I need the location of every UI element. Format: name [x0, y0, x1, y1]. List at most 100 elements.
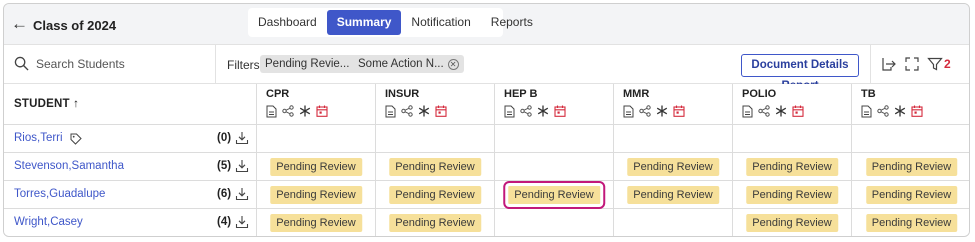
- status-badge[interactable]: Pending Review: [746, 214, 838, 232]
- tab-notification[interactable]: Notification: [401, 10, 480, 35]
- document-icon[interactable]: [385, 105, 396, 118]
- column-header-label: CPR: [266, 88, 290, 100]
- status-cell: Pending Review: [732, 209, 851, 236]
- share-icon[interactable]: [520, 105, 532, 117]
- document-icon[interactable]: [742, 105, 753, 118]
- asterisk-icon[interactable]: [656, 105, 668, 117]
- student-header-label: STUDENT: [14, 98, 70, 110]
- filter-chip-some-action[interactable]: Some Action N... ✕: [353, 55, 464, 73]
- status-cell: Pending Review: [375, 181, 494, 209]
- status-cell: [494, 125, 613, 153]
- download-icon[interactable]: [235, 159, 249, 173]
- download-icon[interactable]: [235, 215, 249, 229]
- document-count: (6): [217, 188, 232, 200]
- calendar-icon[interactable]: [554, 105, 566, 117]
- status-badge[interactable]: Pending Review: [865, 186, 958, 204]
- status-badge[interactable]: Pending Review: [270, 158, 362, 176]
- filter-icon[interactable]: [927, 56, 943, 72]
- status-badge[interactable]: Pending Review: [746, 158, 838, 176]
- document-icon[interactable]: [623, 105, 634, 118]
- status-cell: Pending Review: [256, 153, 375, 181]
- column-header-insur: INSUR: [375, 84, 494, 125]
- toolbar-divider: [870, 45, 871, 83]
- arrow-up-icon[interactable]: ↑: [73, 98, 79, 110]
- table-row: Rios,Terri (0): [4, 125, 969, 153]
- status-cell: Pending Review: [256, 209, 375, 236]
- view-tabs: Dashboard Summary Notification Reports: [248, 8, 533, 37]
- student-name-link[interactable]: Stevenson,Samantha: [14, 160, 124, 172]
- column-header-label: HEP B: [504, 88, 538, 100]
- calendar-icon[interactable]: [435, 105, 447, 117]
- student-name-link[interactable]: Rios,Terri: [14, 132, 63, 144]
- status-badge[interactable]: Pending Review: [865, 158, 958, 176]
- download-icon[interactable]: [235, 131, 249, 145]
- calendar-icon[interactable]: [792, 105, 804, 117]
- chip-label: Pending Revie...: [265, 58, 350, 70]
- column-actions: [385, 104, 447, 118]
- column-actions: [504, 104, 566, 118]
- column-actions: [266, 104, 328, 118]
- document-count: (0): [217, 132, 232, 144]
- share-icon[interactable]: [877, 105, 889, 117]
- status-cell: Pending Review: [732, 153, 851, 181]
- document-details-report-button[interactable]: Document Details Report: [741, 54, 859, 92]
- filters-label: Filters:: [227, 58, 263, 72]
- status-cell: Pending Review: [256, 181, 375, 209]
- document-icon[interactable]: [504, 105, 515, 118]
- status-badge[interactable]: Pending Review: [865, 214, 958, 232]
- student-column-header[interactable]: STUDENT ↑: [14, 98, 79, 110]
- table-row: Wright,Casey (4) Pending Review Pending Rev…: [4, 209, 969, 236]
- status-badge[interactable]: Pending Review: [389, 214, 481, 232]
- asterisk-icon[interactable]: [418, 105, 430, 117]
- arrow-left-icon[interactable]: ←: [11, 14, 28, 34]
- status-badge[interactable]: Pending Review: [389, 186, 481, 204]
- student-name-link[interactable]: Torres,Guadalupe: [14, 188, 105, 200]
- table-row: Torres,Guadalupe (6) Pending Review Pending…: [4, 181, 969, 209]
- tab-summary[interactable]: Summary: [326, 10, 402, 35]
- share-icon[interactable]: [282, 105, 294, 117]
- status-badge[interactable]: Pending Review: [746, 186, 838, 204]
- top-bar: ← Class of 2024 Dashboard Summary Notifi…: [4, 4, 969, 44]
- calendar-icon[interactable]: [911, 105, 923, 117]
- calendar-icon[interactable]: [673, 105, 685, 117]
- fullscreen-icon[interactable]: [904, 56, 920, 72]
- student-name-link[interactable]: Wright,Casey: [14, 216, 83, 228]
- status-cell: [851, 125, 969, 153]
- status-cell: Pending Review: [375, 153, 494, 181]
- status-badge[interactable]: Pending Review: [389, 158, 481, 176]
- asterisk-icon[interactable]: [299, 105, 311, 117]
- asterisk-icon[interactable]: [775, 105, 787, 117]
- column-actions: [742, 104, 804, 118]
- column-header-polio: POLIO: [732, 84, 851, 125]
- status-cell: [375, 125, 494, 153]
- calendar-icon[interactable]: [316, 105, 328, 117]
- asterisk-icon[interactable]: [537, 105, 549, 117]
- status-cell: Pending Review: [494, 181, 613, 209]
- column-header-label: MMR: [623, 88, 650, 100]
- status-badge[interactable]: Pending Review: [270, 214, 362, 232]
- export-icon[interactable]: [880, 56, 896, 72]
- tab-reports[interactable]: Reports: [481, 10, 543, 35]
- share-icon[interactable]: [639, 105, 651, 117]
- status-cell: Pending Review: [851, 209, 969, 236]
- search-input[interactable]: [36, 53, 206, 75]
- download-icon[interactable]: [235, 187, 249, 201]
- status-badge[interactable]: Pending Review: [627, 158, 719, 176]
- column-header-label: INSUR: [385, 88, 420, 100]
- table-row: Stevenson,Samantha (5) Pending Review Pendi…: [4, 153, 969, 181]
- chip-label: Some Action N...: [358, 58, 444, 70]
- status-cell: Pending Review: [375, 209, 494, 236]
- tab-dashboard[interactable]: Dashboard: [248, 10, 327, 35]
- column-header-label: TB: [861, 88, 876, 100]
- status-badge[interactable]: Pending Review: [503, 181, 605, 209]
- asterisk-icon[interactable]: [894, 105, 906, 117]
- status-badge[interactable]: Pending Review: [270, 186, 362, 204]
- tag-icon[interactable]: [70, 133, 82, 145]
- document-count: (5): [217, 160, 232, 172]
- document-icon[interactable]: [266, 105, 277, 118]
- share-icon[interactable]: [758, 105, 770, 117]
- document-icon[interactable]: [861, 105, 872, 118]
- status-badge[interactable]: Pending Review: [627, 186, 719, 204]
- share-icon[interactable]: [401, 105, 413, 117]
- close-icon[interactable]: ✕: [447, 58, 459, 70]
